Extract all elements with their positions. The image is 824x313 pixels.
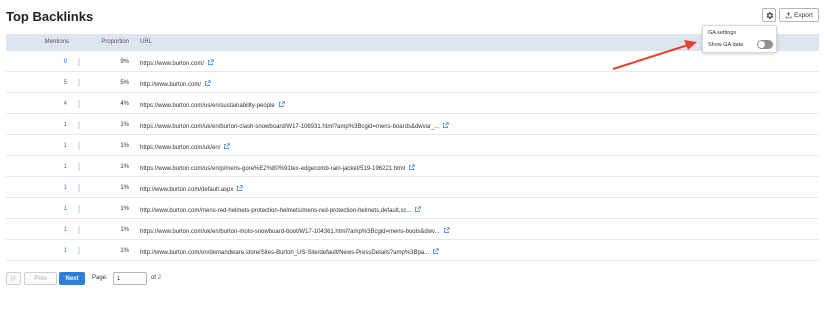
- backlink-url: http://www.burton.com/default.aspx: [140, 187, 234, 193]
- backlink-url: http://www.burton.com/: [140, 82, 202, 88]
- backlink-url-cell: http://www.burton.com/: [140, 80, 211, 88]
- backlink-url-cell: https://www.burton.com/uk/en/burton-clas…: [140, 122, 449, 130]
- backlink-url: http://www.burton.com/on/demandware.stor…: [140, 250, 430, 256]
- ga-settings-title: GA settings: [708, 30, 737, 36]
- external-link-icon[interactable]: [236, 185, 244, 192]
- external-link-icon[interactable]: [278, 101, 285, 108]
- table-row: 1 1% http://www.burton.com/on/demandware.s…: [6, 240, 819, 261]
- backlink-url-cell: http://www.burton.com/on/demandware.stor…: [140, 248, 439, 256]
- backlink-url-cell: https://www.burton.com/us/en/sustainabil…: [140, 101, 285, 109]
- mentions-count[interactable]: 1: [6, 185, 67, 191]
- proportion-value: 4%: [120, 101, 129, 107]
- page-title: Top Backlinks: [6, 9, 94, 24]
- mentions-count[interactable]: 1: [6, 164, 67, 170]
- backlink-url-cell: http://www.burton.com/default.aspx: [140, 185, 244, 193]
- show-ga-data-toggle[interactable]: [757, 40, 773, 49]
- total-pages-text: of 2: [151, 275, 161, 281]
- mentions-count[interactable]: 1: [6, 122, 67, 128]
- table-row: 1 1% https://www.burton.com/uk/en/burton-c…: [6, 114, 819, 135]
- backlink-url: https://www.burton.com/uk/en/burton-moto…: [140, 229, 440, 235]
- proportion-bar: [78, 121, 80, 129]
- proportion-value: 1%: [120, 164, 129, 170]
- proportion-bar: [78, 247, 80, 255]
- table-row: 1 1% https://www.burton.com/uk/en/: [6, 135, 819, 156]
- gear-icon: [766, 11, 773, 19]
- backlink-url-cell: https://www.burton.com/uk/en/: [140, 143, 231, 151]
- proportion-bar: [78, 184, 80, 192]
- backlink-url: https://www.burton.com/uk/en/: [140, 145, 221, 151]
- external-link-icon[interactable]: [443, 227, 450, 234]
- backlink-url: https://www.burton.com/us/en/sustainabil…: [140, 103, 275, 109]
- mentions-count[interactable]: 1: [6, 227, 67, 233]
- of-label: of: [151, 275, 157, 281]
- backlink-url: https://www.burton.com/: [140, 61, 205, 67]
- external-link-icon[interactable]: [204, 80, 211, 87]
- external-link-icon[interactable]: [207, 59, 214, 66]
- proportion-bar: [78, 58, 80, 66]
- mentions-count[interactable]: 4: [6, 101, 67, 107]
- prev-page-button[interactable]: Prev: [24, 272, 57, 285]
- proportion-value: 1%: [120, 227, 129, 233]
- page-label: Page:: [92, 275, 108, 281]
- column-header-proportion[interactable]: Proportion: [68, 39, 129, 45]
- proportion-value: 1%: [120, 122, 129, 128]
- table-row: 1 1% https://www.burton.com/us/en/p/mens-g…: [6, 156, 819, 177]
- backlink-url: http://www.burton.com/mens-red-helmets-p…: [140, 208, 412, 214]
- mentions-count[interactable]: 1: [6, 248, 67, 254]
- backlink-url-cell: http://www.burton.com/mens-red-helmets-p…: [140, 206, 422, 214]
- total-pages-link[interactable]: 2: [158, 275, 161, 281]
- proportion-bar: [78, 100, 80, 108]
- table-row: 1 1% https://www.burton.com/uk/en/burton-m…: [6, 219, 819, 240]
- show-ga-data-label: Show GA data: [708, 42, 744, 48]
- proportion-value: 1%: [120, 185, 129, 191]
- ga-settings-popup: GA settings Show GA data: [702, 25, 777, 53]
- table-row: 4 4% https://www.burton.com/us/en/sustaina…: [6, 93, 819, 114]
- proportion-value: 1%: [120, 248, 129, 254]
- backlink-url-cell: https://www.burton.com/: [140, 59, 214, 67]
- table-row: 1 1% http://www.burton.com/default.aspx: [6, 177, 819, 198]
- backlinks-table-body: 9 9% https://www.burton.com/5 5% http://www.…: [6, 51, 819, 261]
- external-link-icon[interactable]: [442, 122, 449, 129]
- export-button[interactable]: Export: [779, 8, 819, 22]
- page-number-input[interactable]: [113, 272, 147, 285]
- proportion-value: 1%: [120, 143, 129, 149]
- backlink-url: https://www.burton.com/uk/en/burton-clas…: [140, 124, 440, 130]
- proportion-bar: [78, 142, 80, 150]
- toggle-knob: [758, 41, 765, 48]
- proportion-value: 1%: [120, 206, 129, 212]
- proportion-bar: [78, 163, 80, 171]
- table-row: 5 5% http://www.burton.com/: [6, 72, 819, 93]
- external-link-icon[interactable]: [223, 143, 231, 150]
- mentions-count[interactable]: 5: [6, 80, 67, 86]
- backlink-url-cell: https://www.burton.com/us/en/p/mens-gore…: [140, 164, 415, 172]
- export-label: Export: [794, 11, 813, 19]
- next-page-button[interactable]: Next: [59, 272, 85, 285]
- export-icon: [785, 11, 792, 18]
- proportion-bar: [78, 226, 80, 234]
- external-link-icon[interactable]: [432, 248, 439, 255]
- column-header-url: URL: [140, 39, 153, 45]
- mentions-count[interactable]: 1: [6, 143, 67, 149]
- column-header-mentions[interactable]: Mentions: [6, 39, 69, 45]
- table-header: Mentions Proportion URL: [6, 34, 819, 51]
- external-link-icon[interactable]: [414, 206, 422, 213]
- mentions-count[interactable]: 9: [6, 59, 67, 65]
- proportion-bar: [78, 205, 80, 213]
- backlink-url: https://www.burton.com/us/en/p/mens-gore…: [140, 166, 406, 172]
- mentions-count[interactable]: 1: [6, 206, 67, 212]
- external-link-icon[interactable]: [408, 164, 415, 171]
- proportion-value: 9%: [120, 59, 129, 65]
- table-row: 9 9% https://www.burton.com/: [6, 51, 819, 72]
- table-row: 1 1% http://www.burton.com/mens-red-helmet…: [6, 198, 819, 219]
- proportion-value: 5%: [120, 80, 129, 86]
- first-page-button[interactable]: |<: [6, 272, 21, 285]
- proportion-bar: [78, 79, 80, 87]
- backlink-url-cell: https://www.burton.com/uk/en/burton-moto…: [140, 227, 450, 235]
- settings-button[interactable]: [762, 8, 776, 22]
